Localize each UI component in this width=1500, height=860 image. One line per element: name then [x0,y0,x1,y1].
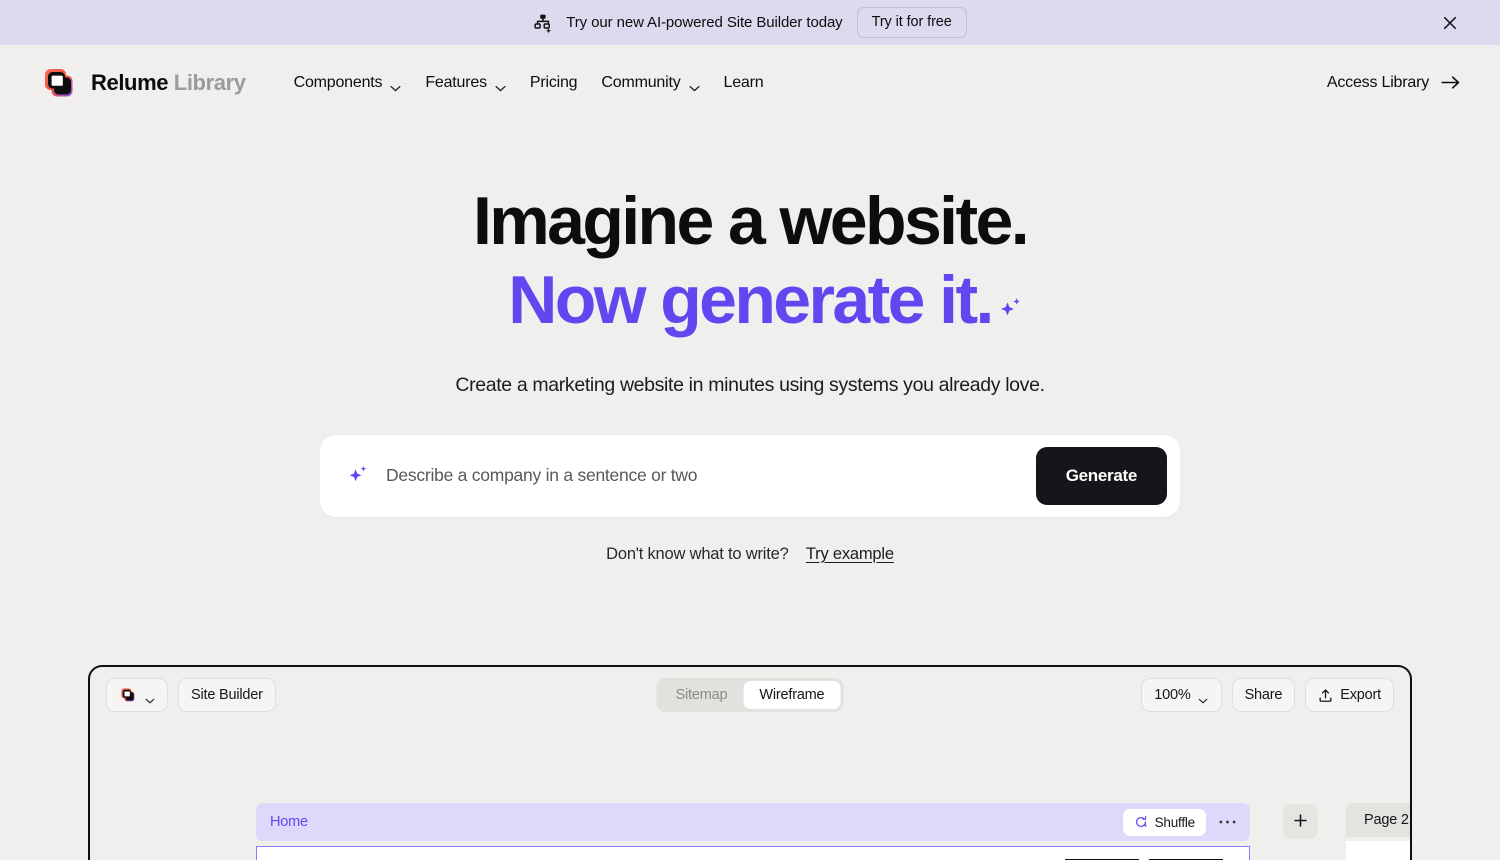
view-mode-toggle: Sitemap Wireframe [656,678,844,712]
brand-name-light: Library [173,69,246,95]
page-tab-page-2[interactable]: Page 2 [1346,803,1410,837]
shuffle-label: Shuffle [1154,814,1196,830]
toolbar-left: Site Builder [106,678,276,712]
plus-icon [1293,813,1308,831]
tab-wireframe[interactable]: Wireframe [743,681,841,709]
wireframe-navbar: Logo Link One Link Two Link Three Link F… [257,847,1249,860]
tab-sitemap[interactable]: Sitemap [660,681,744,709]
sparkle-icon [346,464,370,488]
chevron-down-icon [390,79,401,92]
nav-item-pricing[interactable]: Pricing [518,66,590,100]
toolbar-right: 100% Share Export [1141,678,1394,712]
main-navigation: Relume Library Components Features Prici… [0,45,1500,120]
nav-item-label: Pricing [529,73,578,91]
nav-item-features[interactable]: Features [413,66,518,100]
hint-text: Don't know what to write? [606,544,789,563]
headline-line-2: Now generate it. [508,261,994,338]
preview-toolbar: Site Builder Sitemap Wireframe 100% Shar… [90,667,1410,723]
share-button[interactable]: Share [1231,678,1296,712]
nav-item-label: Learn [723,73,764,91]
site-builder-button[interactable]: Site Builder [178,678,276,712]
sparkle-icon [996,263,1024,316]
workspace-switcher-button[interactable] [106,678,168,712]
announcement-banner: Try our new AI-powered Site Builder toda… [0,0,1500,45]
nav-links: Components Features Pricing Community Le… [282,66,776,100]
access-library-label: Access Library [1326,73,1429,91]
try-free-button[interactable]: Try it for free [856,7,967,38]
brand-logo[interactable]: Relume Library [40,64,246,102]
app-preview-panel: Site Builder Sitemap Wireframe 100% Shar… [88,665,1412,860]
add-page-button[interactable] [1283,804,1318,839]
arrow-right-icon [1441,76,1460,89]
relume-logo-icon [119,686,137,704]
shuffle-icon [1134,815,1148,829]
close-icon[interactable] [1438,11,1462,35]
nav-item-community[interactable]: Community [589,66,711,100]
access-library-link[interactable]: Access Library [1327,74,1460,92]
generate-button[interactable]: Generate [1035,446,1167,505]
nav-right: Access Library [1327,74,1460,92]
page-title: Imagine a website. Now generate it. [0,182,1500,340]
try-example-link[interactable]: Try example [806,545,894,563]
nav-item-learn[interactable]: Learn [712,66,776,100]
chevron-down-icon [688,79,700,92]
search-input[interactable] [386,465,1036,487]
nav-item-label: Community [601,73,681,91]
upload-icon [1318,688,1333,703]
canvas-dot-grid [88,841,90,860]
page-2-preview [1346,841,1410,860]
export-button[interactable]: Export [1305,678,1394,712]
announcement-content: Try our new AI-powered Site Builder toda… [533,13,843,33]
page-header-bar[interactable]: Home Shuffle [256,803,1250,841]
headline-line-2-wrap: Now generate it. [508,261,1020,340]
brand-name: Relume Library [91,70,246,96]
prompt-box: Generate [320,434,1180,517]
export-label: Export [1340,687,1381,703]
builder-canvas: Home Shuffle Page 2 [90,723,1410,860]
announcement-text: Try our new AI-powered Site Builder toda… [566,14,843,31]
shuffle-button[interactable]: Shuffle [1122,808,1206,836]
zoom-level-label: 100% [1154,687,1191,703]
brand-name-strong: Relume [91,69,169,95]
chevron-down-icon [144,692,155,703]
relume-logo-icon [40,64,78,102]
hero-subtitle: Create a marketing website in minutes us… [455,373,1045,396]
nav-item-components[interactable]: Components [282,66,414,100]
sitemap-sparkle-icon [533,13,553,33]
nav-item-label: Components [293,73,383,91]
wireframe-frame: Logo Link One Link Two Link Three Link F… [256,846,1250,860]
ellipsis-icon[interactable] [1214,809,1240,835]
chevron-down-icon [495,79,506,92]
page-title-label: Home [270,814,308,830]
nav-item-label: Features [425,73,487,91]
headline-line-1: Imagine a website. [472,183,1030,259]
zoom-level-button[interactable]: 100% [1141,678,1222,712]
chevron-down-icon [1198,692,1209,703]
hero-section: Imagine a website. Now generate it. Crea… [0,120,1500,564]
prompt-hint: Don't know what to write? Try example [0,545,1500,564]
